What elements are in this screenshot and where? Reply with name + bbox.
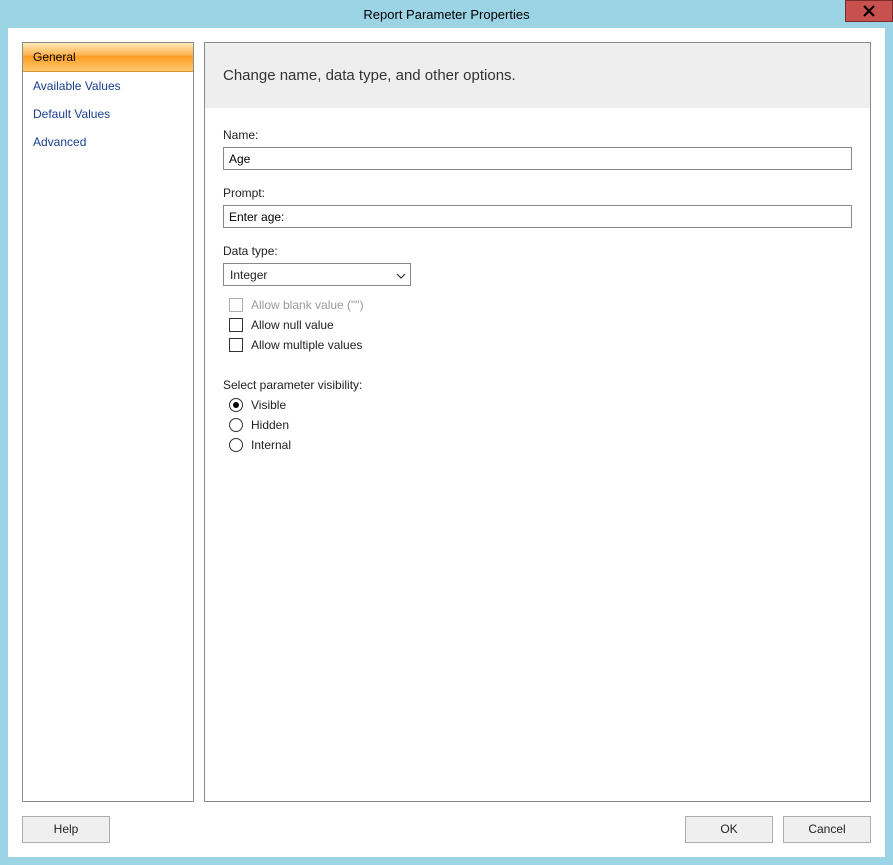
sidebar-item-label: Available Values <box>33 79 121 93</box>
checkbox-icon <box>229 338 243 352</box>
sidebar-item-advanced[interactable]: Advanced <box>23 128 193 156</box>
body-row: General Available Values Default Values … <box>22 42 871 802</box>
prompt-input[interactable] <box>223 205 852 228</box>
panel-header-text: Change name, data type, and other option… <box>223 67 516 84</box>
allow-null-checkbox[interactable]: Allow null value <box>223 318 852 332</box>
help-button[interactable]: Help <box>22 816 110 843</box>
visibility-visible-radio[interactable]: Visible <box>223 398 852 412</box>
ok-button[interactable]: OK <box>685 816 773 843</box>
form-area: Name: Prompt: Data type: Integer <box>205 108 870 476</box>
prompt-label: Prompt: <box>223 186 852 200</box>
visibility-hidden-label: Hidden <box>251 418 289 432</box>
datatype-label: Data type: <box>223 244 852 258</box>
cancel-button[interactable]: Cancel <box>783 816 871 843</box>
main-panel: Change name, data type, and other option… <box>204 42 871 802</box>
sidebar-item-available-values[interactable]: Available Values <box>23 72 193 100</box>
footer: Help OK Cancel <box>22 802 871 843</box>
visibility-internal-radio[interactable]: Internal <box>223 438 852 452</box>
allow-blank-checkbox: Allow blank value ("") <box>223 298 852 312</box>
visibility-label: Select parameter visibility: <box>223 378 852 392</box>
sidebar-item-label: Default Values <box>33 107 110 121</box>
visibility-hidden-radio[interactable]: Hidden <box>223 418 852 432</box>
sidebar-item-general[interactable]: General <box>23 43 193 72</box>
radio-icon <box>229 398 243 412</box>
client-area: General Available Values Default Values … <box>8 28 885 857</box>
datatype-value: Integer <box>230 268 267 282</box>
sidebar-item-label: General <box>33 50 76 64</box>
visibility-internal-label: Internal <box>251 438 291 452</box>
sidebar-item-default-values[interactable]: Default Values <box>23 100 193 128</box>
chevron-down-icon <box>396 268 406 282</box>
allow-multiple-label: Allow multiple values <box>251 338 362 352</box>
name-input[interactable] <box>223 147 852 170</box>
window-title: Report Parameter Properties <box>363 7 529 22</box>
checkbox-icon <box>229 298 243 312</box>
allow-blank-label: Allow blank value ("") <box>251 298 364 312</box>
checkbox-icon <box>229 318 243 332</box>
panel-header: Change name, data type, and other option… <box>205 43 870 108</box>
name-label: Name: <box>223 128 852 142</box>
close-button[interactable] <box>845 0 893 22</box>
close-icon <box>863 5 875 17</box>
radio-icon <box>229 438 243 452</box>
allow-multiple-checkbox[interactable]: Allow multiple values <box>223 338 852 352</box>
dialog-window: Report Parameter Properties General Avai… <box>0 0 893 865</box>
radio-icon <box>229 418 243 432</box>
sidebar-item-label: Advanced <box>33 135 86 149</box>
allow-null-label: Allow null value <box>251 318 334 332</box>
sidebar: General Available Values Default Values … <box>22 42 194 802</box>
datatype-select[interactable]: Integer <box>223 263 411 286</box>
visibility-visible-label: Visible <box>251 398 286 412</box>
titlebar: Report Parameter Properties <box>8 0 885 28</box>
